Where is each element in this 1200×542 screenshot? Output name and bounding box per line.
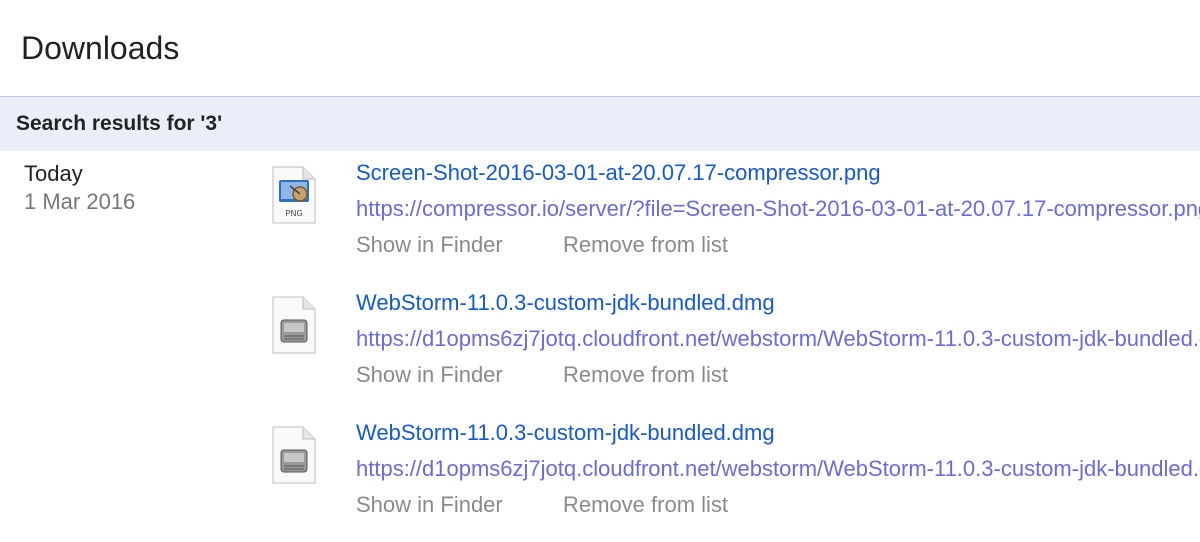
show-in-finder-link[interactable]: Show in Finder [356, 492, 503, 518]
file-url-link[interactable]: https://compressor.io/server/?file=Scree… [356, 196, 1200, 222]
download-item: WebStorm-11.0.3-custom-jdk-bundled.dmg h… [0, 290, 1200, 400]
dmg-file-icon [272, 296, 316, 354]
remove-from-list-link[interactable]: Remove from list [563, 362, 728, 388]
download-item: PNG Screen-Shot-2016-03-01-at-20.07.17-c… [0, 160, 1200, 270]
remove-from-list-link[interactable]: Remove from list [563, 492, 728, 518]
file-url-link[interactable]: https://d1opms6zj7jotq.cloudfront.net/we… [356, 456, 1200, 482]
download-item: WebStorm-11.0.3-custom-jdk-bundled.dmg h… [0, 420, 1200, 530]
search-results-label: Search results for '3' [16, 112, 223, 135]
png-icon-label: PNG [285, 209, 302, 218]
png-file-icon: PNG [272, 166, 316, 224]
file-url-link[interactable]: https://d1opms6zj7jotq.cloudfront.net/we… [356, 326, 1200, 352]
file-name-link[interactable]: WebStorm-11.0.3-custom-jdk-bundled.dmg [356, 290, 775, 316]
show-in-finder-link[interactable]: Show in Finder [356, 362, 503, 388]
file-name-link[interactable]: Screen-Shot-2016-03-01-at-20.07.17-compr… [356, 160, 881, 186]
file-name-link[interactable]: WebStorm-11.0.3-custom-jdk-bundled.dmg [356, 420, 775, 446]
dmg-file-icon [272, 426, 316, 484]
page-title: Downloads [21, 30, 180, 66]
remove-from-list-link[interactable]: Remove from list [563, 232, 728, 258]
search-results-header: Search results for '3' [0, 96, 1200, 151]
show-in-finder-link[interactable]: Show in Finder [356, 232, 503, 258]
